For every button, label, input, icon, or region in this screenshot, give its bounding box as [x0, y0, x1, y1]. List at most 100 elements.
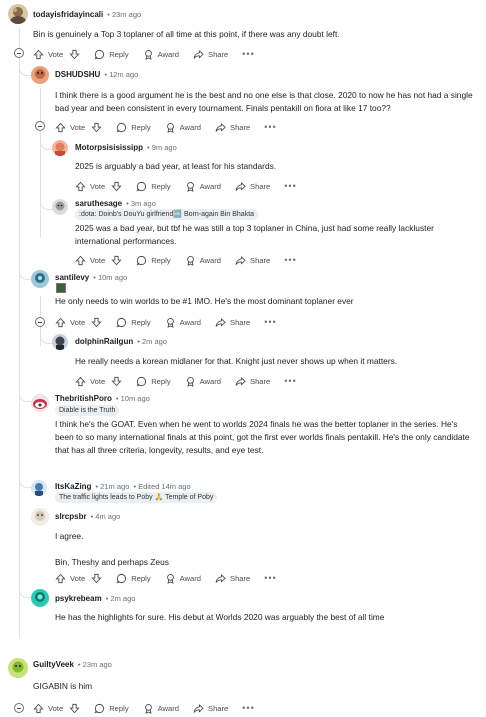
- award-button[interactable]: Award: [185, 181, 221, 192]
- downvote-icon[interactable]: [69, 49, 80, 60]
- award-button[interactable]: Award: [165, 122, 201, 133]
- downvote-icon[interactable]: [111, 181, 122, 192]
- timestamp[interactable]: • 23m ago: [78, 660, 112, 669]
- upvote-icon[interactable]: [75, 181, 86, 192]
- downvote-icon[interactable]: [111, 255, 122, 266]
- more-options-button[interactable]: •••: [242, 49, 254, 59]
- username[interactable]: DSHUDSHU: [55, 70, 100, 79]
- collapse-button[interactable]: [14, 703, 24, 713]
- collapse-button[interactable]: [35, 317, 45, 327]
- upvote-icon[interactable]: [75, 255, 86, 266]
- avatar[interactable]: [8, 4, 28, 24]
- username[interactable]: psykrebeam: [55, 594, 102, 603]
- avatar[interactable]: [31, 480, 47, 496]
- reply-button[interactable]: Reply: [94, 703, 129, 714]
- reply-button[interactable]: Reply: [116, 122, 151, 133]
- share-button[interactable]: Share: [193, 703, 228, 714]
- share-button[interactable]: Share: [215, 122, 250, 133]
- avatar[interactable]: [31, 270, 49, 288]
- username[interactable]: Motorpsisisissipp: [75, 143, 143, 152]
- avatar[interactable]: [52, 140, 68, 156]
- downvote-icon[interactable]: [111, 376, 122, 387]
- reply-label: Reply: [131, 573, 151, 583]
- more-options-button[interactable]: •••: [264, 122, 276, 132]
- comment-text: He has the highlights for sure. His debu…: [55, 612, 385, 622]
- award-button[interactable]: Award: [143, 49, 179, 60]
- timestamp[interactable]: • 23m ago: [107, 10, 141, 19]
- comment-body: 2025 was a bad year, but tbf he was stil…: [75, 222, 475, 248]
- share-button[interactable]: Share: [193, 49, 228, 60]
- username[interactable]: todayisfridayincali: [33, 10, 103, 19]
- more-options-button[interactable]: •••: [284, 255, 296, 265]
- avatar[interactable]: [31, 589, 49, 607]
- timestamp[interactable]: • 2m ago: [137, 337, 167, 346]
- share-button[interactable]: Share: [235, 376, 270, 387]
- timestamp[interactable]: • 21m ago: [95, 482, 129, 491]
- share-icon: [235, 376, 246, 387]
- timestamp[interactable]: • 2m ago: [106, 594, 136, 603]
- upvote-icon[interactable]: [33, 703, 44, 714]
- award-button[interactable]: Award: [185, 376, 221, 387]
- username[interactable]: ItsKaZing: [55, 482, 91, 491]
- award-button[interactable]: Award: [185, 255, 221, 266]
- avatar[interactable]: [31, 66, 49, 84]
- share-button[interactable]: Share: [235, 181, 270, 192]
- comment-body: He has the highlights for sure. His debu…: [55, 611, 475, 624]
- username[interactable]: GuiltyVeek: [33, 660, 74, 669]
- reply-label: Reply: [109, 703, 129, 713]
- reply-button[interactable]: Reply: [136, 376, 171, 387]
- downvote-icon[interactable]: [91, 573, 102, 584]
- upvote-icon[interactable]: [55, 573, 66, 584]
- downvote-icon[interactable]: [91, 122, 102, 133]
- reply-button[interactable]: Reply: [116, 317, 151, 328]
- username[interactable]: slrcpsbr: [55, 512, 87, 521]
- timestamp[interactable]: • 4m ago: [91, 512, 121, 521]
- share-label: Share: [230, 122, 251, 132]
- reply-button[interactable]: Reply: [94, 49, 129, 60]
- timestamp[interactable]: • 12m ago: [104, 70, 138, 79]
- collapse-button[interactable]: [35, 121, 45, 131]
- thread-curve: [19, 58, 31, 76]
- avatar[interactable]: [31, 394, 49, 412]
- downvote-icon[interactable]: [91, 317, 102, 328]
- collapse-button[interactable]: [14, 48, 24, 58]
- more-options-button[interactable]: •••: [284, 376, 296, 386]
- vote-control: Vote: [75, 376, 122, 387]
- upvote-icon[interactable]: [55, 122, 66, 133]
- username[interactable]: santilevy: [55, 273, 89, 282]
- comment-header: todayisfridayincali • 23m ago: [33, 10, 141, 19]
- more-options-button[interactable]: •••: [284, 181, 296, 191]
- share-button[interactable]: Share: [215, 573, 250, 584]
- upvote-icon[interactable]: [55, 317, 66, 328]
- comment-body: GIGABIN is him: [33, 680, 473, 693]
- downvote-icon[interactable]: [69, 703, 80, 714]
- timestamp[interactable]: • 10m ago: [93, 273, 127, 282]
- reply-button[interactable]: Reply: [136, 255, 171, 266]
- reply-button[interactable]: Reply: [116, 573, 151, 584]
- avatar[interactable]: [31, 508, 49, 526]
- user-flair: The traffic lights leads to Poby 🙏 Templ…: [55, 492, 218, 503]
- award-button[interactable]: Award: [165, 317, 201, 328]
- username[interactable]: ThebritishPoro: [55, 394, 112, 403]
- more-options-button[interactable]: •••: [242, 703, 254, 713]
- comment-body: Bin is genuinely a Top 3 toplaner of all…: [33, 28, 473, 41]
- upvote-icon[interactable]: [75, 376, 86, 387]
- avatar[interactable]: [52, 199, 68, 215]
- upvote-icon[interactable]: [33, 49, 44, 60]
- more-options-button[interactable]: •••: [264, 317, 276, 327]
- more-options-button[interactable]: •••: [264, 573, 276, 583]
- award-button[interactable]: Award: [165, 573, 201, 584]
- timestamp[interactable]: • 3m ago: [126, 199, 156, 208]
- share-button[interactable]: Share: [235, 255, 270, 266]
- thread-curve: [40, 330, 52, 344]
- timestamp[interactable]: • 9m ago: [147, 143, 177, 152]
- share-button[interactable]: Share: [215, 317, 250, 328]
- avatar[interactable]: [8, 658, 28, 678]
- timestamp[interactable]: • 10m ago: [116, 394, 150, 403]
- username[interactable]: dolphinRailgun: [75, 337, 133, 346]
- award-label: Award: [157, 703, 180, 713]
- avatar[interactable]: [52, 334, 68, 350]
- reply-button[interactable]: Reply: [136, 181, 171, 192]
- award-button[interactable]: Award: [143, 703, 179, 714]
- username[interactable]: saruthesage: [75, 199, 122, 208]
